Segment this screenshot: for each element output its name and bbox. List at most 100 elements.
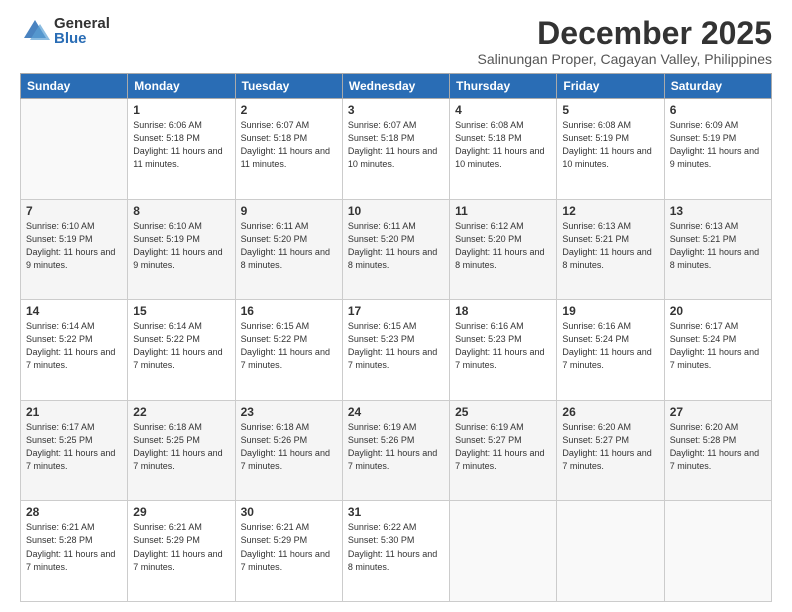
header-saturday: Saturday bbox=[664, 74, 771, 99]
day-number: 28 bbox=[26, 505, 122, 519]
table-row: 27 Sunrise: 6:20 AM Sunset: 5:28 PM Dayli… bbox=[664, 400, 771, 501]
day-number: 16 bbox=[241, 304, 337, 318]
table-row: 2 Sunrise: 6:07 AM Sunset: 5:18 PM Daylig… bbox=[235, 99, 342, 200]
table-row bbox=[21, 99, 128, 200]
day-info: Sunrise: 6:17 AM Sunset: 5:24 PM Dayligh… bbox=[670, 320, 766, 372]
day-number: 31 bbox=[348, 505, 444, 519]
table-row bbox=[557, 501, 664, 602]
day-info: Sunrise: 6:11 AM Sunset: 5:20 PM Dayligh… bbox=[348, 220, 444, 272]
day-info: Sunrise: 6:14 AM Sunset: 5:22 PM Dayligh… bbox=[26, 320, 122, 372]
day-info: Sunrise: 6:08 AM Sunset: 5:18 PM Dayligh… bbox=[455, 119, 551, 171]
day-info: Sunrise: 6:09 AM Sunset: 5:19 PM Dayligh… bbox=[670, 119, 766, 171]
day-number: 25 bbox=[455, 405, 551, 419]
table-row: 11Sunrise: 6:12 AM Sunset: 5:20 PM Dayli… bbox=[450, 199, 557, 300]
day-info: Sunrise: 6:21 AM Sunset: 5:29 PM Dayligh… bbox=[133, 521, 229, 573]
day-info: Sunrise: 6:22 AM Sunset: 5:30 PM Dayligh… bbox=[348, 521, 444, 573]
day-number: 14 bbox=[26, 304, 122, 318]
day-info: Sunrise: 6:16 AM Sunset: 5:23 PM Dayligh… bbox=[455, 320, 551, 372]
table-row: 8 Sunrise: 6:10 AM Sunset: 5:19 PM Daylig… bbox=[128, 199, 235, 300]
header-wednesday: Wednesday bbox=[342, 74, 449, 99]
day-number: 19 bbox=[562, 304, 658, 318]
day-info: Sunrise: 6:07 AM Sunset: 5:18 PM Dayligh… bbox=[348, 119, 444, 171]
table-row: 18 Sunrise: 6:16 AM Sunset: 5:23 PM Dayli… bbox=[450, 300, 557, 401]
month-title: December 2025 bbox=[478, 16, 772, 51]
day-info: Sunrise: 6:16 AM Sunset: 5:24 PM Dayligh… bbox=[562, 320, 658, 372]
day-number: 2 bbox=[241, 103, 337, 117]
day-info: Sunrise: 6:06 AM Sunset: 5:18 PM Dayligh… bbox=[133, 119, 229, 171]
day-info: Sunrise: 6:18 AM Sunset: 5:25 PM Dayligh… bbox=[133, 421, 229, 473]
table-row: 3Sunrise: 6:07 AM Sunset: 5:18 PM Daylig… bbox=[342, 99, 449, 200]
table-row: 22Sunrise: 6:18 AM Sunset: 5:25 PM Dayli… bbox=[128, 400, 235, 501]
header-tuesday: Tuesday bbox=[235, 74, 342, 99]
table-row: 24 Sunrise: 6:19 AM Sunset: 5:26 PM Dayli… bbox=[342, 400, 449, 501]
table-row: 7 Sunrise: 6:10 AM Sunset: 5:19 PM Daylig… bbox=[21, 199, 128, 300]
day-info: Sunrise: 6:10 AM Sunset: 5:19 PM Dayligh… bbox=[133, 220, 229, 272]
day-number: 8 bbox=[133, 204, 229, 218]
day-number: 17 bbox=[348, 304, 444, 318]
table-row: 29 Sunrise: 6:21 AM Sunset: 5:29 PM Dayli… bbox=[128, 501, 235, 602]
day-info: Sunrise: 6:19 AM Sunset: 5:26 PM Dayligh… bbox=[348, 421, 444, 473]
day-info: Sunrise: 6:07 AM Sunset: 5:18 PM Dayligh… bbox=[241, 119, 337, 171]
table-row: 23Sunrise: 6:18 AM Sunset: 5:26 PM Dayli… bbox=[235, 400, 342, 501]
calendar-week-row: 7 Sunrise: 6:10 AM Sunset: 5:19 PM Daylig… bbox=[21, 199, 772, 300]
day-number: 30 bbox=[241, 505, 337, 519]
day-number: 4 bbox=[455, 103, 551, 117]
table-row: 21Sunrise: 6:17 AM Sunset: 5:25 PM Dayli… bbox=[21, 400, 128, 501]
day-info: Sunrise: 6:20 AM Sunset: 5:28 PM Dayligh… bbox=[670, 421, 766, 473]
table-row: 25 Sunrise: 6:19 AM Sunset: 5:27 PM Dayli… bbox=[450, 400, 557, 501]
table-row bbox=[664, 501, 771, 602]
day-info: Sunrise: 6:12 AM Sunset: 5:20 PM Dayligh… bbox=[455, 220, 551, 272]
day-info: Sunrise: 6:08 AM Sunset: 5:19 PM Dayligh… bbox=[562, 119, 658, 171]
day-number: 27 bbox=[670, 405, 766, 419]
table-row: 17 Sunrise: 6:15 AM Sunset: 5:23 PM Dayli… bbox=[342, 300, 449, 401]
day-number: 13 bbox=[670, 204, 766, 218]
table-row: 14 Sunrise: 6:14 AM Sunset: 5:22 PM Dayli… bbox=[21, 300, 128, 401]
calendar-table: Sunday Monday Tuesday Wednesday Thursday… bbox=[20, 73, 772, 602]
day-info: Sunrise: 6:17 AM Sunset: 5:25 PM Dayligh… bbox=[26, 421, 122, 473]
table-row: 5 Sunrise: 6:08 AM Sunset: 5:19 PM Daylig… bbox=[557, 99, 664, 200]
day-number: 1 bbox=[133, 103, 229, 117]
day-info: Sunrise: 6:15 AM Sunset: 5:23 PM Dayligh… bbox=[348, 320, 444, 372]
table-row: 19 Sunrise: 6:16 AM Sunset: 5:24 PM Dayli… bbox=[557, 300, 664, 401]
day-number: 9 bbox=[241, 204, 337, 218]
day-info: Sunrise: 6:15 AM Sunset: 5:22 PM Dayligh… bbox=[241, 320, 337, 372]
table-row: 4 Sunrise: 6:08 AM Sunset: 5:18 PM Daylig… bbox=[450, 99, 557, 200]
table-row: 6 Sunrise: 6:09 AM Sunset: 5:19 PM Daylig… bbox=[664, 99, 771, 200]
day-info: Sunrise: 6:21 AM Sunset: 5:29 PM Dayligh… bbox=[241, 521, 337, 573]
table-row: 13Sunrise: 6:13 AM Sunset: 5:21 PM Dayli… bbox=[664, 199, 771, 300]
calendar-week-row: 1 Sunrise: 6:06 AM Sunset: 5:18 PM Daylig… bbox=[21, 99, 772, 200]
title-block: December 2025 Salinungan Proper, Cagayan… bbox=[478, 16, 772, 67]
day-info: Sunrise: 6:13 AM Sunset: 5:21 PM Dayligh… bbox=[562, 220, 658, 272]
logo-blue: Blue bbox=[54, 31, 110, 46]
table-row: 12 Sunrise: 6:13 AM Sunset: 5:21 PM Dayli… bbox=[557, 199, 664, 300]
day-number: 5 bbox=[562, 103, 658, 117]
day-info: Sunrise: 6:19 AM Sunset: 5:27 PM Dayligh… bbox=[455, 421, 551, 473]
table-row: 20Sunrise: 6:17 AM Sunset: 5:24 PM Dayli… bbox=[664, 300, 771, 401]
logo-icon bbox=[20, 16, 50, 46]
day-number: 7 bbox=[26, 204, 122, 218]
day-number: 29 bbox=[133, 505, 229, 519]
table-row: 15 Sunrise: 6:14 AM Sunset: 5:22 PM Dayli… bbox=[128, 300, 235, 401]
day-info: Sunrise: 6:18 AM Sunset: 5:26 PM Dayligh… bbox=[241, 421, 337, 473]
table-row: 16 Sunrise: 6:15 AM Sunset: 5:22 PM Dayli… bbox=[235, 300, 342, 401]
day-number: 18 bbox=[455, 304, 551, 318]
day-number: 15 bbox=[133, 304, 229, 318]
day-number: 10 bbox=[348, 204, 444, 218]
day-number: 24 bbox=[348, 405, 444, 419]
logo-text: General Blue bbox=[54, 16, 110, 46]
day-info: Sunrise: 6:11 AM Sunset: 5:20 PM Dayligh… bbox=[241, 220, 337, 272]
day-number: 12 bbox=[562, 204, 658, 218]
calendar-week-row: 14 Sunrise: 6:14 AM Sunset: 5:22 PM Dayli… bbox=[21, 300, 772, 401]
weekday-header-row: Sunday Monday Tuesday Wednesday Thursday… bbox=[21, 74, 772, 99]
day-info: Sunrise: 6:14 AM Sunset: 5:22 PM Dayligh… bbox=[133, 320, 229, 372]
logo: General Blue bbox=[20, 16, 110, 46]
header: General Blue December 2025 Salinungan Pr… bbox=[20, 16, 772, 67]
day-info: Sunrise: 6:20 AM Sunset: 5:27 PM Dayligh… bbox=[562, 421, 658, 473]
day-number: 6 bbox=[670, 103, 766, 117]
table-row: 31 Sunrise: 6:22 AM Sunset: 5:30 PM Dayli… bbox=[342, 501, 449, 602]
day-info: Sunrise: 6:10 AM Sunset: 5:19 PM Dayligh… bbox=[26, 220, 122, 272]
calendar-week-row: 28Sunrise: 6:21 AM Sunset: 5:28 PM Dayli… bbox=[21, 501, 772, 602]
header-monday: Monday bbox=[128, 74, 235, 99]
location-subtitle: Salinungan Proper, Cagayan Valley, Phili… bbox=[478, 51, 772, 67]
day-number: 26 bbox=[562, 405, 658, 419]
